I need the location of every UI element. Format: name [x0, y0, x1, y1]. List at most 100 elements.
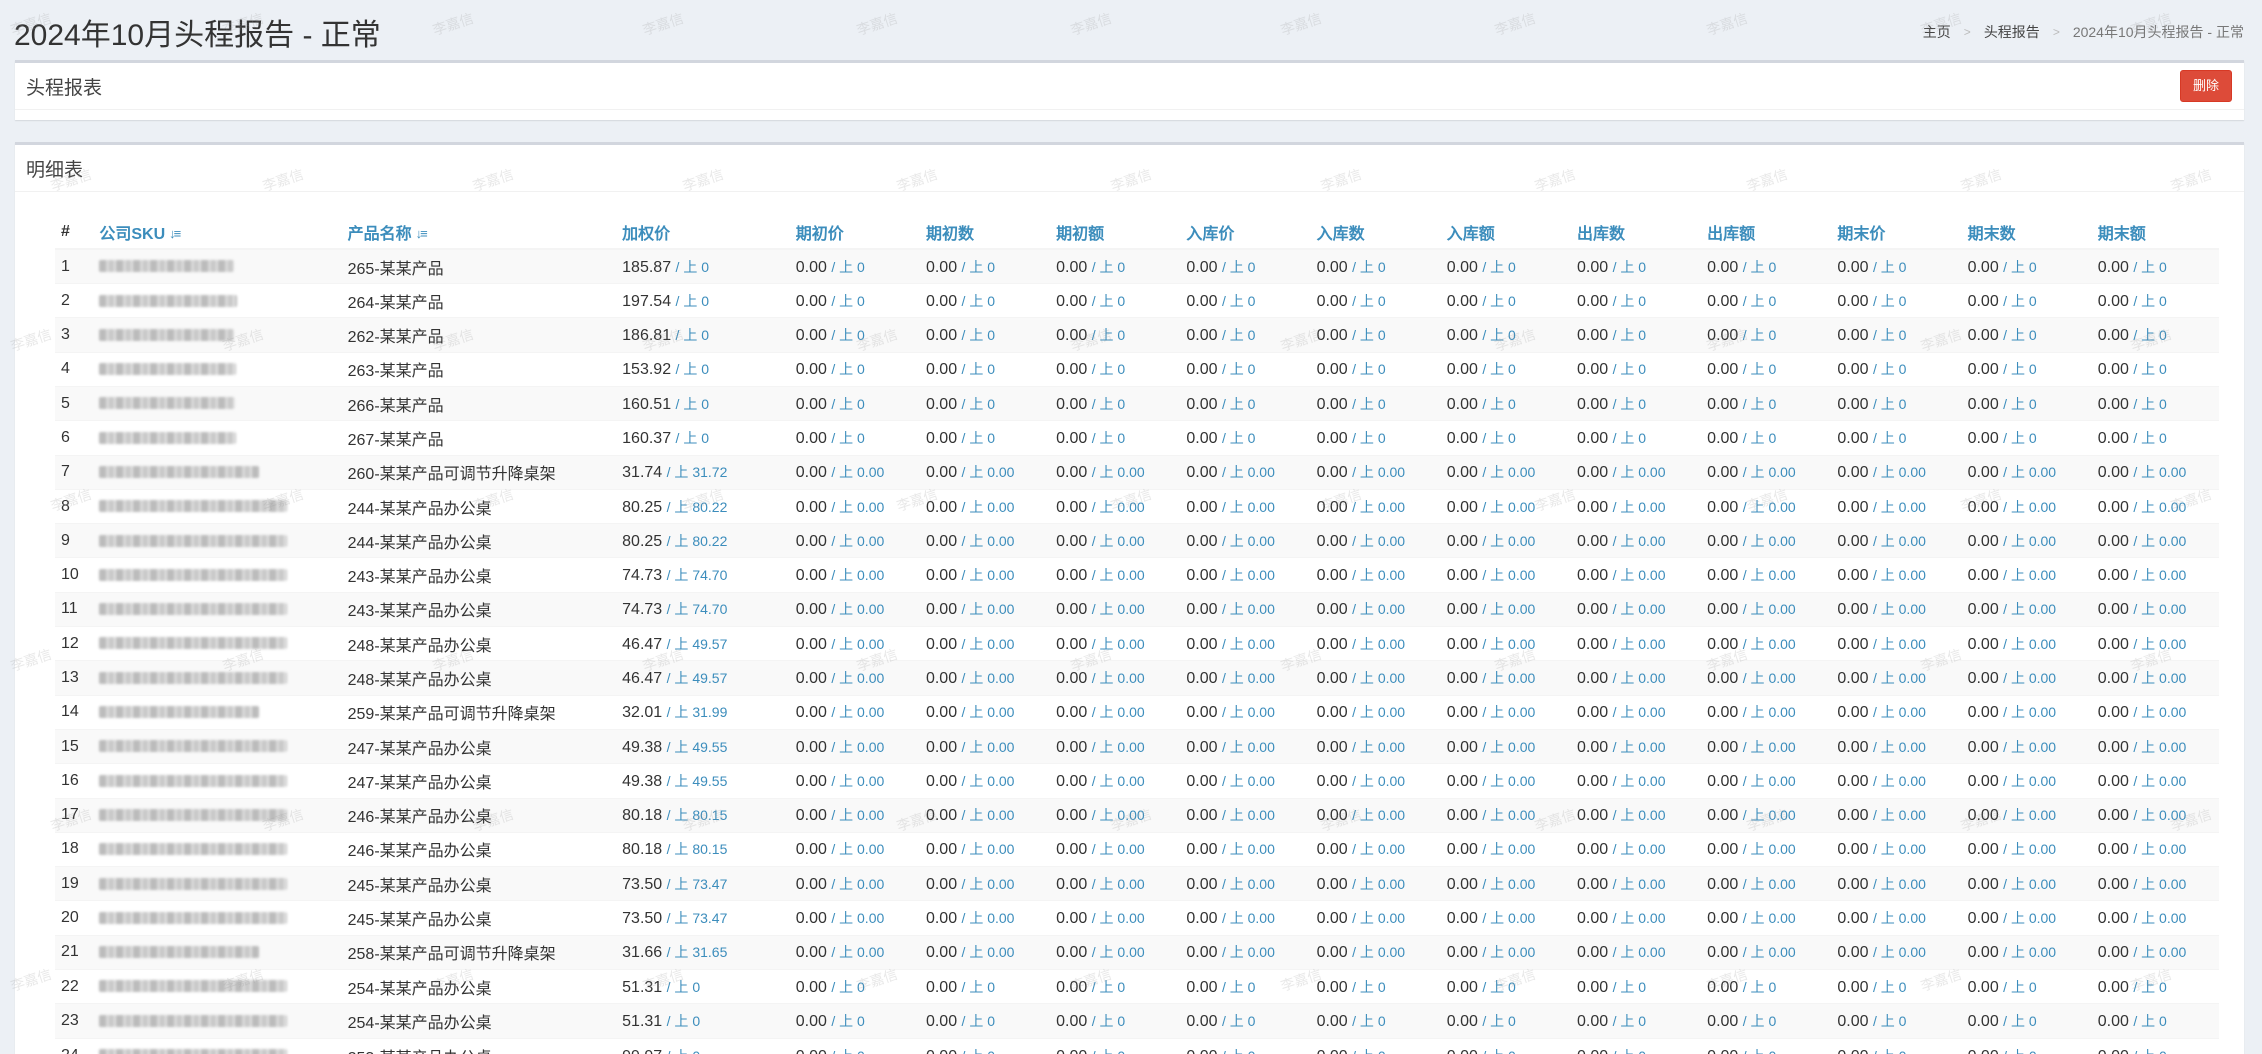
previous-value-prefix: / 上 — [961, 464, 988, 481]
table-row: 21 258-某某产品可调节升降桌架 31.66 / 上 31.65 0.00 / 上… — [55, 934, 2219, 970]
previous-value: 0.00 — [1247, 601, 1275, 618]
column-header-closing-price[interactable]: 期末价 — [1831, 215, 1962, 251]
previous-value-prefix: / 上 — [1872, 1012, 1899, 1029]
previous-value-prefix: / 上 — [1091, 807, 1118, 824]
cell-value: 0.00 — [1837, 670, 1869, 687]
cell-value: 0.00 — [925, 841, 958, 859]
metric-cell: 0.00 / 上 0.00 — [1050, 866, 1181, 901]
cell-value: 0.00 — [2097, 978, 2129, 996]
previous-value: 0.00 — [1377, 704, 1406, 721]
previous-value-prefix: / 上 — [2133, 738, 2160, 755]
cell-value: 160.51 — [622, 395, 672, 413]
product-name-cell: 267-某某产品 — [341, 420, 617, 456]
metric-cell: 0.00 / 上 0 — [1701, 385, 1832, 421]
cell-value: 0.00 — [925, 327, 958, 345]
table-row: 23 254-某某产品办公桌 51.31 / 上 0 0.00 / 上 0 0.00 /… — [55, 1003, 2219, 1039]
metric-cell: 0.00 / 上 0.00 — [1310, 454, 1441, 490]
previous-value-prefix: / 上 — [1482, 1012, 1509, 1029]
previous-value-prefix: / 上 — [2133, 464, 2160, 481]
metric-cell: 0.00 / 上 0.00 — [1310, 626, 1441, 661]
column-header-inbound-amount[interactable]: 入库额 — [1440, 215, 1571, 251]
previous-value-prefix: / 上 — [1091, 464, 1118, 481]
cell-value: 0.00 — [1316, 738, 1348, 756]
previous-value: 0.00 — [987, 532, 1015, 549]
column-header-closing-amount[interactable]: 期末额 — [2091, 215, 2219, 251]
previous-value-prefix: / 上 — [1612, 772, 1639, 789]
cell-value: 80.18 — [622, 841, 663, 859]
metric-cell: 0.00 / 上 0 — [1701, 969, 1832, 1004]
previous-value-prefix: / 上 — [1742, 875, 1769, 892]
column-header-inbound-price[interactable]: 入库价 — [1180, 215, 1311, 251]
column-header-inbound-qty[interactable]: 入库数 — [1310, 215, 1441, 251]
previous-value-prefix: / 上 — [2133, 429, 2160, 446]
previous-value-prefix: / 上 — [2003, 601, 2029, 618]
previous-value-prefix: / 上 — [831, 807, 858, 824]
sort-amount-icon[interactable]: ↓≡ — [416, 226, 428, 241]
delete-button[interactable]: 删除 — [2180, 70, 2232, 102]
previous-value: 0.00 — [2028, 910, 2057, 927]
previous-value-prefix: / 上 — [1742, 635, 1769, 652]
breadcrumb-home[interactable]: 主页 — [1923, 22, 1951, 42]
previous-value: 0 — [2028, 327, 2037, 344]
previous-value-prefix: / 上 — [831, 464, 858, 481]
row-index: 10 — [55, 557, 94, 593]
previous-value-prefix: / 上 — [1482, 292, 1509, 309]
metric-cell: 0.00 / 上 0 — [2091, 351, 2219, 387]
cell-value: 0.00 — [925, 498, 958, 516]
product-name-cell: 266-某某产品 — [341, 385, 617, 421]
previous-value-prefix: / 上 — [1221, 841, 1248, 858]
cell-value: 0.00 — [1186, 395, 1218, 413]
cell-value: 0.00 — [1446, 327, 1478, 345]
column-header-product-name[interactable]: 产品名称 ↓≡ — [341, 215, 617, 251]
cell-value: 0.00 — [1707, 807, 1739, 825]
previous-value: 0 — [1117, 258, 1126, 275]
previous-value-prefix: / 上 — [1352, 704, 1378, 721]
product-name-cell: 245-某某产品办公桌 — [341, 866, 617, 901]
previous-value: 0 — [1377, 429, 1386, 446]
detail-table-wrapper[interactable]: # 公司SKU ↓≡ 产品名称 ↓≡ 加权价 期初价 期初数 期初额 入库价 入库数… — [55, 215, 2219, 1054]
column-header-outbound-amount[interactable]: 出库额 — [1701, 215, 1832, 251]
previous-value: 73.47 — [692, 875, 728, 892]
cell-value: 0.00 — [795, 635, 827, 653]
previous-value: 0 — [987, 327, 996, 344]
cell-value: 0.00 — [1186, 841, 1218, 859]
cell-value: 80.25 — [622, 498, 663, 516]
cell-value: 0.00 — [795, 327, 827, 345]
sort-amount-icon[interactable]: ↓≡ — [169, 226, 181, 241]
column-header-weighted-price[interactable]: 加权价 — [616, 215, 790, 251]
previous-value-prefix: / 上 — [1482, 567, 1509, 584]
previous-value: 0.00 — [1768, 841, 1796, 858]
previous-value: 0 — [2159, 327, 2167, 344]
cell-value: 0.00 — [2097, 601, 2129, 619]
previous-value: 0.00 — [1768, 704, 1796, 721]
previous-value-prefix: / 上 — [1872, 738, 1899, 755]
metric-cell: 0.00 / 上 0.00 — [1180, 454, 1311, 490]
previous-value-prefix: / 上 — [831, 395, 858, 412]
previous-value-prefix: / 上 — [1872, 567, 1899, 584]
column-header-opening-price[interactable]: 期初价 — [789, 215, 920, 251]
breadcrumb-report-list[interactable]: 头程报告 — [1984, 22, 2040, 42]
column-header-outbound-qty[interactable]: 出库数 — [1570, 215, 1702, 251]
column-header-opening-qty[interactable]: 期初数 — [919, 215, 1051, 251]
column-header-sku[interactable]: 公司SKU ↓≡ — [93, 215, 342, 251]
column-header-closing-qty[interactable]: 期末数 — [1961, 215, 2092, 251]
previous-value: 0.00 — [1377, 807, 1406, 824]
table-row: 13 248-某某产品办公桌 46.47 / 上 49.57 0.00 / 上 0.0… — [55, 660, 2219, 696]
cell-value: 0.00 — [1447, 1048, 1478, 1054]
cell-value: 0.00 — [1446, 292, 1478, 310]
previous-value-prefix: / 上 — [2003, 738, 2029, 755]
previous-value: 80.22 — [692, 532, 728, 549]
column-header-opening-amount[interactable]: 期初额 — [1050, 215, 1181, 251]
sku-cell — [93, 488, 342, 524]
cell-value: 0.00 — [1576, 807, 1609, 825]
previous-value-prefix: / 上 — [831, 532, 858, 549]
previous-value: 0.00 — [1117, 875, 1145, 892]
cell-value: 0.00 — [1837, 361, 1869, 379]
previous-value-prefix: / 上 — [1872, 395, 1899, 412]
metric-cell: 0.00 / 上 0.00 — [1701, 694, 1832, 730]
cell-value: 0.00 — [2097, 429, 2129, 447]
previous-value-prefix: / 上 — [1612, 944, 1639, 961]
sku-redacted — [99, 946, 260, 959]
metric-cell: 0.00 / 上 0.00 — [1180, 523, 1311, 558]
previous-value-prefix: / 上 — [2133, 910, 2160, 927]
